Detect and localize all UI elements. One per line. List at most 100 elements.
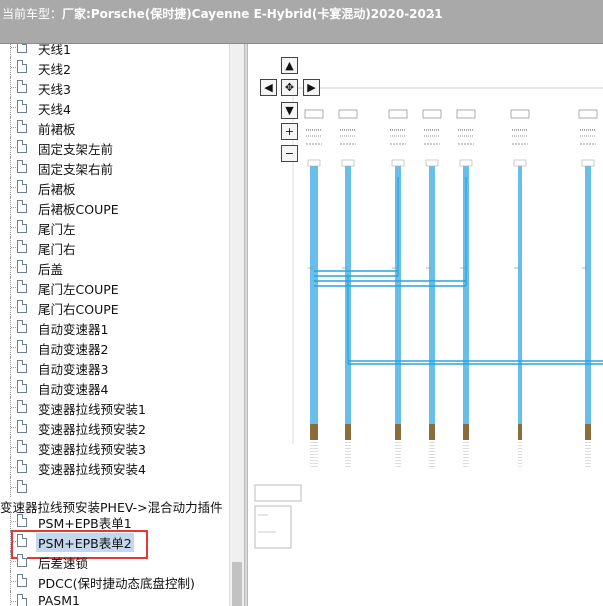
tree-item-label: 自动变速器4 (38, 382, 109, 397)
document-icon (17, 160, 27, 173)
tree-item-label: PDCC(保时捷动态底盘控制) (38, 576, 195, 591)
vehicle-model-label: 当前车型： (2, 7, 63, 21)
vehicle-model-text: 当前车型：厂家:Porsche(保时捷)Cayenne E-Hybrid(卡宴混… (2, 5, 443, 22)
document-icon (17, 44, 27, 53)
document-icon (17, 420, 27, 433)
tree-item-label: 后差速锁 (38, 556, 89, 571)
tree-item[interactable]: PDCC(保时捷动态底盘控制) (0, 571, 228, 591)
document-icon (17, 594, 27, 606)
tree-scrollbar[interactable] (229, 44, 244, 606)
tree-item[interactable]: 天线1 (0, 44, 228, 57)
tree-item-label: PASM1 (38, 593, 80, 606)
tree-item[interactable]: 尾门左COUPE (0, 277, 228, 297)
tree-item-label: 变速器拉线预安装2 (38, 422, 146, 437)
document-icon (17, 400, 27, 413)
document-icon (17, 260, 27, 273)
document-icon (17, 240, 27, 253)
tree-item[interactable]: PASM1 (0, 591, 228, 606)
document-icon (17, 120, 27, 133)
tree-item[interactable]: 尾门左 (0, 217, 228, 237)
tree-item-label: 天线3 (38, 82, 71, 97)
document-icon (17, 80, 27, 93)
tree-item[interactable]: 变速器拉线预安装2 (0, 417, 228, 437)
tree-item-label: PSM+EPB表单1 (38, 516, 132, 531)
tree-item-label: 天线1 (38, 44, 71, 57)
tree-item-label: 尾门右 (38, 242, 76, 257)
tree-item[interactable]: 天线3 (0, 77, 228, 97)
window-header: 当前车型：厂家:Porsche(保时捷)Cayenne E-Hybrid(卡宴混… (0, 0, 603, 44)
tree-item[interactable]: 自动变速器3 (0, 357, 228, 377)
document-icon (17, 200, 27, 213)
tree-item[interactable]: 变速器拉线预安装3 (0, 437, 228, 457)
tree-item-label: 自动变速器2 (38, 342, 109, 357)
document-icon (17, 60, 27, 73)
document-icon (17, 534, 27, 547)
tree-item-label: 天线2 (38, 62, 71, 77)
tree-item[interactable]: 后盖 (0, 257, 228, 277)
tree-item-label: 尾门右COUPE (38, 302, 119, 317)
pan-down-button[interactable]: ▼ (281, 102, 298, 119)
document-icon (17, 514, 27, 527)
tree-item[interactable]: 天线2 (0, 57, 228, 77)
vehicle-model-value: 厂家:Porsche(保时捷)Cayenne E-Hybrid(卡宴混动)202… (62, 7, 443, 21)
tree-item[interactable]: 后差速锁 (0, 551, 228, 571)
header-dot (432, 14, 434, 16)
tree-item-label: 天线4 (38, 102, 71, 117)
pan-center-button[interactable]: ✥ (281, 79, 298, 96)
tree-item-label: 自动变速器1 (38, 322, 109, 337)
zoom-in-button[interactable]: + (281, 123, 298, 140)
document-icon (17, 460, 27, 473)
tree-item[interactable]: 后裙板COUPE (0, 197, 228, 217)
tree-item-label: 尾门左COUPE (38, 282, 119, 297)
tree-item[interactable]: 尾门右COUPE (0, 297, 228, 317)
tree-item-label: 后盖 (38, 262, 64, 277)
pan-left-button[interactable]: ◀ (260, 79, 277, 96)
scrollbar-thumb[interactable] (232, 562, 242, 606)
document-icon (17, 360, 27, 373)
document-icon (17, 180, 27, 193)
document-icon (17, 480, 27, 493)
tree-item-label: 自动变速器3 (38, 362, 109, 377)
tree-item[interactable]: 后裙板 (0, 177, 228, 197)
document-icon (17, 554, 27, 567)
tree-item-label: 变速器拉线预安装4 (38, 462, 146, 477)
document-icon (17, 220, 27, 233)
document-icon (17, 440, 27, 453)
tree-item[interactable]: 固定支架右前 (0, 157, 228, 177)
pan-right-button[interactable]: ▶ (303, 79, 320, 96)
tree-item[interactable]: 固定支架左前 (0, 137, 228, 157)
diagram-panel: ▲ ◀ ✥ ▶ ▼ + − (248, 44, 603, 606)
tree-item[interactable]: PSM+EPB表单2 (0, 531, 228, 552)
tree-item[interactable]: 变速器拉线预安装1 (0, 397, 228, 417)
tree-item-label: 变速器拉线预安装1 (38, 402, 146, 417)
tree-item-label: 固定支架右前 (38, 162, 114, 177)
tree-item-label: PSM+EPB表单2 (36, 533, 134, 552)
tree-item[interactable]: 自动变速器2 (0, 337, 228, 357)
document-icon (17, 300, 27, 313)
document-icon (17, 280, 27, 293)
tree-item-label: 固定支架左前 (38, 142, 114, 157)
zoom-out-button[interactable]: − (281, 145, 298, 162)
tree-item-label: 前裙板 (38, 122, 76, 137)
document-icon (17, 380, 27, 393)
tree-item-label: 后裙板COUPE (38, 202, 119, 217)
document-icon (17, 320, 27, 333)
document-icon (17, 574, 27, 587)
tree-item[interactable]: 尾门右 (0, 237, 228, 257)
tree-item[interactable]: 变速器拉线预安装4 (0, 457, 228, 477)
tree-item[interactable]: 自动变速器4 (0, 377, 228, 397)
document-icon (17, 340, 27, 353)
tree-item[interactable]: 天线4 (0, 97, 228, 117)
tree-item[interactable] (0, 477, 228, 497)
tree-item-label: 尾门左 (38, 222, 76, 237)
pan-up-button[interactable]: ▲ (281, 57, 298, 74)
tree-view: 变速器拉线预安装PHEV->混合动力插件 天线1 天线2 天线3 天线4 前裙板 固定支架… (0, 44, 228, 606)
tree-panel: 变速器拉线预安装PHEV->混合动力插件 天线1 天线2 天线3 天线4 前裙板 固定支架… (0, 44, 244, 606)
tree-item[interactable]: 自动变速器1 (0, 317, 228, 337)
wiring-diagram (254, 87, 603, 549)
tree-item[interactable]: PSM+EPB表单1 (0, 511, 228, 531)
tree-item-label: 后裙板 (38, 182, 76, 197)
tree-item-label: 变速器拉线预安装3 (38, 442, 146, 457)
document-icon (17, 100, 27, 113)
tree-item[interactable]: 前裙板 (0, 117, 228, 137)
